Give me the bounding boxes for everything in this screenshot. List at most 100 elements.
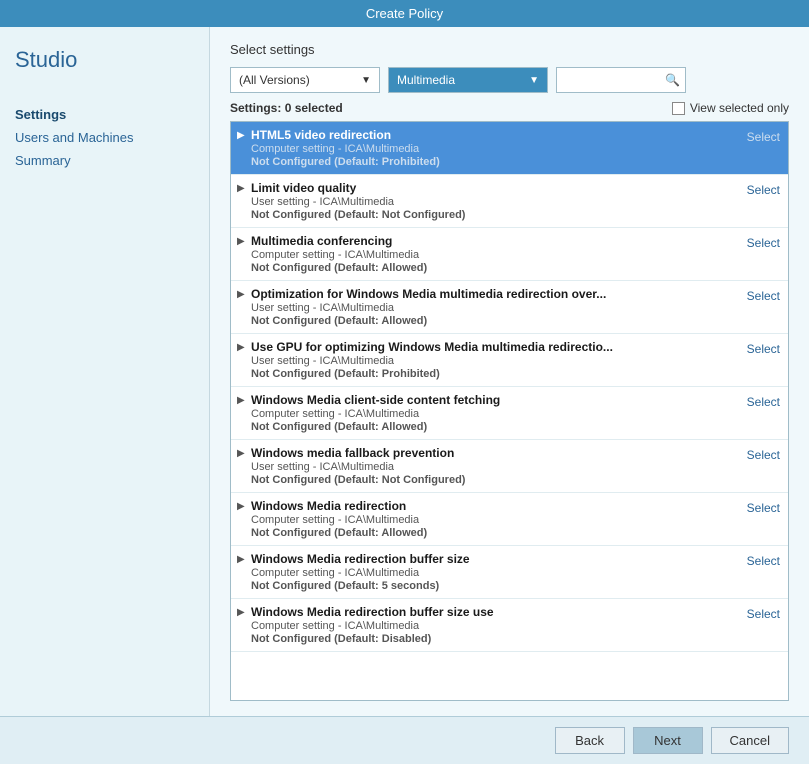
setting-item-windows-media-buffer-use[interactable]: ▶ Windows Media redirection buffer size … <box>231 599 788 652</box>
setting-item-multimedia-conf[interactable]: ▶ Multimedia conferencing Computer setti… <box>231 228 788 281</box>
setting-meta-windows-media-buffer: Computer setting - ICA\Multimedia <box>251 567 737 579</box>
setting-info-optimization-windows: Optimization for Windows Media multimedi… <box>251 287 737 327</box>
setting-name-optimization-windows: Optimization for Windows Media multimedi… <box>251 287 737 301</box>
select-link-windows-media-redirect[interactable]: Select <box>747 501 780 515</box>
setting-expand-windows-media-redirect: ▶ <box>237 501 245 512</box>
setting-expand-html5-video: ▶ <box>237 130 245 141</box>
setting-meta-windows-media-client: Computer setting - ICA\Multimedia <box>251 408 737 420</box>
settings-count-value: 0 selected <box>285 101 343 115</box>
setting-item-optimization-windows[interactable]: ▶ Optimization for Windows Media multime… <box>231 281 788 334</box>
setting-info-html5-video: HTML5 video redirection Computer setting… <box>251 128 737 168</box>
select-link-limit-video[interactable]: Select <box>747 183 780 197</box>
setting-expand-windows-media-buffer: ▶ <box>237 554 245 565</box>
setting-default-windows-media-client: Not Configured (Default: Allowed) <box>251 421 737 433</box>
select-link-optimization-windows[interactable]: Select <box>747 289 780 303</box>
setting-name-windows-media-fallback: Windows media fallback prevention <box>251 446 737 460</box>
setting-name-windows-media-buffer-use: Windows Media redirection buffer size us… <box>251 605 737 619</box>
setting-info-windows-media-redirect: Windows Media redirection Computer setti… <box>251 499 737 539</box>
sidebar-item-summary[interactable]: Summary <box>15 149 194 172</box>
view-selected-checkbox[interactable] <box>672 102 685 115</box>
select-link-windows-media-client[interactable]: Select <box>747 395 780 409</box>
setting-meta-optimization-windows: User setting - ICA\Multimedia <box>251 302 737 314</box>
status-row: Settings: 0 selected View selected only <box>230 101 789 115</box>
next-button[interactable]: Next <box>633 727 703 754</box>
select-link-windows-media-fallback[interactable]: Select <box>747 448 780 462</box>
title-bar: Create Policy <box>0 0 809 27</box>
sidebar: Studio Settings Users and Machines Summa… <box>0 27 210 716</box>
view-selected-container[interactable]: View selected only <box>672 101 789 115</box>
back-button[interactable]: Back <box>555 727 625 754</box>
setting-info-multimedia-conf: Multimedia conferencing Computer setting… <box>251 234 737 274</box>
versions-dropdown-arrow: ▼ <box>361 75 371 86</box>
setting-info-windows-media-buffer: Windows Media redirection buffer size Co… <box>251 552 737 592</box>
setting-default-limit-video: Not Configured (Default: Not Configured) <box>251 209 737 221</box>
search-box[interactable]: 🔍 <box>556 67 686 93</box>
section-title: Select settings <box>230 42 789 57</box>
footer: Back Next Cancel <box>0 716 809 764</box>
sidebar-title: Studio <box>15 47 194 73</box>
setting-info-windows-media-fallback: Windows media fallback prevention User s… <box>251 446 737 486</box>
setting-name-windows-media-redirect: Windows Media redirection <box>251 499 737 513</box>
window-title: Create Policy <box>366 6 443 21</box>
setting-meta-windows-media-redirect: Computer setting - ICA\Multimedia <box>251 514 737 526</box>
setting-default-optimization-windows: Not Configured (Default: Allowed) <box>251 315 737 327</box>
versions-dropdown-label: (All Versions) <box>239 73 310 87</box>
setting-meta-windows-media-buffer-use: Computer setting - ICA\Multimedia <box>251 620 737 632</box>
setting-info-limit-video: Limit video quality User setting - ICA\M… <box>251 181 737 221</box>
setting-meta-multimedia-conf: Computer setting - ICA\Multimedia <box>251 249 737 261</box>
setting-meta-html5-video: Computer setting - ICA\Multimedia <box>251 143 737 155</box>
setting-name-windows-media-buffer: Windows Media redirection buffer size <box>251 552 737 566</box>
select-link-windows-media-buffer-use[interactable]: Select <box>747 607 780 621</box>
settings-list: ▶ HTML5 video redirection Computer setti… <box>230 121 789 701</box>
cancel-button[interactable]: Cancel <box>711 727 789 754</box>
select-link-html5-video[interactable]: Select <box>747 130 780 144</box>
setting-name-multimedia-conf: Multimedia conferencing <box>251 234 737 248</box>
setting-default-use-gpu: Not Configured (Default: Prohibited) <box>251 368 737 380</box>
setting-default-html5-video: Not Configured (Default: Prohibited) <box>251 156 737 168</box>
setting-meta-windows-media-fallback: User setting - ICA\Multimedia <box>251 461 737 473</box>
setting-expand-limit-video: ▶ <box>237 183 245 194</box>
category-dropdown[interactable]: Multimedia ▼ <box>388 67 548 93</box>
setting-name-limit-video: Limit video quality <box>251 181 737 195</box>
search-input[interactable] <box>565 73 665 87</box>
setting-default-windows-media-fallback: Not Configured (Default: Not Configured) <box>251 474 737 486</box>
setting-expand-use-gpu: ▶ <box>237 342 245 353</box>
sidebar-item-settings[interactable]: Settings <box>15 103 194 126</box>
setting-item-windows-media-buffer[interactable]: ▶ Windows Media redirection buffer size … <box>231 546 788 599</box>
select-link-multimedia-conf[interactable]: Select <box>747 236 780 250</box>
select-link-windows-media-buffer[interactable]: Select <box>747 554 780 568</box>
settings-count-label: Settings: <box>230 101 281 115</box>
setting-default-windows-media-buffer: Not Configured (Default: 5 seconds) <box>251 580 737 592</box>
setting-meta-limit-video: User setting - ICA\Multimedia <box>251 196 737 208</box>
setting-item-limit-video[interactable]: ▶ Limit video quality User setting - ICA… <box>231 175 788 228</box>
setting-name-windows-media-client: Windows Media client-side content fetchi… <box>251 393 737 407</box>
setting-name-use-gpu: Use GPU for optimizing Windows Media mul… <box>251 340 737 354</box>
sidebar-nav: Settings Users and Machines Summary <box>15 103 194 172</box>
filters-row: (All Versions) ▼ Multimedia ▼ 🔍 <box>230 67 789 93</box>
setting-info-windows-media-buffer-use: Windows Media redirection buffer size us… <box>251 605 737 645</box>
setting-item-windows-media-fallback[interactable]: ▶ Windows media fallback prevention User… <box>231 440 788 493</box>
setting-item-use-gpu[interactable]: ▶ Use GPU for optimizing Windows Media m… <box>231 334 788 387</box>
category-dropdown-arrow: ▼ <box>529 75 539 86</box>
sidebar-item-users-machines[interactable]: Users and Machines <box>15 126 194 149</box>
category-dropdown-label: Multimedia <box>397 73 455 87</box>
setting-item-html5-video[interactable]: ▶ HTML5 video redirection Computer setti… <box>231 122 788 175</box>
setting-expand-windows-media-fallback: ▶ <box>237 448 245 459</box>
select-link-use-gpu[interactable]: Select <box>747 342 780 356</box>
versions-dropdown[interactable]: (All Versions) ▼ <box>230 67 380 93</box>
setting-expand-multimedia-conf: ▶ <box>237 236 245 247</box>
setting-item-windows-media-redirect[interactable]: ▶ Windows Media redirection Computer set… <box>231 493 788 546</box>
view-selected-label: View selected only <box>690 101 789 115</box>
setting-item-windows-media-client[interactable]: ▶ Windows Media client-side content fetc… <box>231 387 788 440</box>
setting-default-windows-media-redirect: Not Configured (Default: Allowed) <box>251 527 737 539</box>
search-icon: 🔍 <box>665 73 680 87</box>
settings-count: Settings: 0 selected <box>230 101 343 115</box>
setting-info-use-gpu: Use GPU for optimizing Windows Media mul… <box>251 340 737 380</box>
setting-default-multimedia-conf: Not Configured (Default: Allowed) <box>251 262 737 274</box>
setting-default-windows-media-buffer-use: Not Configured (Default: Disabled) <box>251 633 737 645</box>
setting-expand-windows-media-client: ▶ <box>237 395 245 406</box>
setting-expand-windows-media-buffer-use: ▶ <box>237 607 245 618</box>
content-area: Select settings (All Versions) ▼ Multime… <box>210 27 809 716</box>
setting-meta-use-gpu: User setting - ICA\Multimedia <box>251 355 737 367</box>
setting-expand-optimization-windows: ▶ <box>237 289 245 300</box>
